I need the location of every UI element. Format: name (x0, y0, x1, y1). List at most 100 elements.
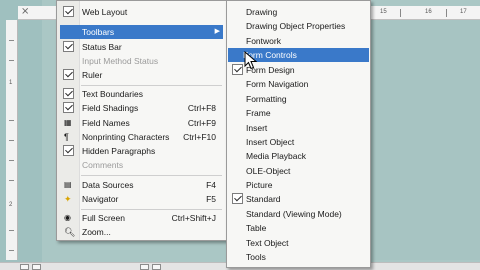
menu-item-label: OLE-Object (246, 166, 291, 176)
data-sources-icon: ▤ (64, 180, 72, 189)
menu-item-label: Comments (82, 160, 124, 170)
menu-item-label: Drawing Object Properties (246, 21, 346, 31)
checkbox-checked-icon (63, 69, 74, 80)
menu-item-label: Form Navigation (246, 79, 309, 89)
status-bar-button[interactable] (152, 264, 161, 270)
menu-item-data-sources[interactable]: ▤ Data Sources F4 (60, 178, 223, 192)
menu-item-label: Status Bar (82, 42, 122, 52)
checkbox-checked-icon (63, 102, 74, 113)
shortcut-label: F4 (206, 180, 216, 190)
mouse-pointer-icon (244, 51, 258, 70)
menu-item-label: Media Playback (246, 151, 307, 161)
status-bar-button[interactable] (140, 264, 149, 270)
menu-item-label: Zoom... (82, 227, 111, 237)
ruler-tab-icon: ⨯ (21, 6, 30, 17)
menu-item-label: Text Boundaries (82, 89, 143, 99)
ruler-number: 1 (9, 80, 13, 86)
menu-item-web-layout[interactable]: Web Layout (60, 5, 223, 19)
toolbar-item-insert[interactable]: Insert (230, 121, 367, 135)
submenu-arrow-icon: ▶ (214, 28, 220, 35)
shortcut-label: Ctrl+F9 (187, 118, 216, 128)
toolbar-item-frame[interactable]: Frame (230, 106, 367, 120)
menu-item-ruler[interactable]: Ruler (60, 68, 223, 82)
toolbar-item-media-playback[interactable]: Media Playback (230, 149, 367, 163)
menu-item-zoom[interactable]: 🔍︎ Zoom... (60, 225, 223, 239)
menu-item-label: Standard (Viewing Mode) (246, 209, 342, 219)
shortcut-label: Ctrl+Shift+J (171, 213, 216, 223)
checkbox-icon (63, 6, 74, 17)
toolbar-item-standard[interactable]: Standard (230, 192, 367, 206)
toolbar-item-drawing-object-properties[interactable]: Drawing Object Properties (230, 19, 367, 33)
view-menu: Web Layout Toolbars ▶ Status Bar Input M… (56, 0, 227, 241)
menu-item-field-names[interactable]: ▦ Field Names Ctrl+F9 (60, 116, 223, 130)
status-bar-button[interactable] (32, 264, 41, 270)
menu-separator (81, 209, 222, 210)
menu-item-label: Text Object (246, 238, 289, 248)
toolbar-item-standard-viewing-mode[interactable]: Standard (Viewing Mode) (230, 207, 367, 221)
menu-item-full-screen[interactable]: ◉ Full Screen Ctrl+Shift+J (60, 211, 223, 225)
checkbox-checked-icon (63, 41, 74, 52)
menu-item-label: Fontwork (246, 36, 281, 46)
menu-item-nonprinting-characters[interactable]: ¶ Nonprinting Characters Ctrl+F10 (60, 130, 223, 144)
navigator-icon: ✦ (64, 194, 72, 204)
menu-item-label: Standard (246, 194, 281, 204)
checkbox-checked-icon (232, 193, 243, 204)
menu-item-label: Field Shadings (82, 103, 139, 113)
menu-item-label: Insert Object (246, 137, 295, 147)
menu-item-label: Hidden Paragraphs (82, 146, 156, 156)
menu-item-label: Input Method Status (82, 56, 159, 66)
menu-item-status-bar[interactable]: Status Bar (60, 40, 223, 54)
toolbar-item-formatting[interactable]: Formatting (230, 92, 367, 106)
checkbox-checked-icon (232, 64, 243, 75)
menu-item-input-method-status: Input Method Status (60, 54, 223, 68)
menu-item-field-shadings[interactable]: Field Shadings Ctrl+F8 (60, 101, 223, 115)
menu-item-navigator[interactable]: ✦ Navigator F5 (60, 192, 223, 206)
menu-item-label: Formatting (246, 94, 287, 104)
toolbar-item-drawing[interactable]: Drawing (230, 5, 367, 19)
toolbar-item-picture[interactable]: Picture (230, 178, 367, 192)
menu-item-hidden-paragraphs[interactable]: Hidden Paragraphs (60, 144, 223, 158)
checkbox-checked-icon (63, 88, 74, 99)
vertical-ruler: 1 2 (6, 20, 18, 260)
menu-item-comments: Comments (60, 158, 223, 172)
status-bar-button[interactable] (20, 264, 29, 270)
menu-item-label: Full Screen (82, 213, 125, 223)
menu-item-label: Drawing (246, 7, 278, 17)
document-page-area[interactable] (370, 20, 480, 260)
ruler-number: 16 (425, 9, 432, 15)
menu-item-label: Toolbars (82, 27, 115, 37)
menu-item-label: Insert (246, 123, 268, 133)
ruler-number: 2 (9, 202, 13, 208)
menu-item-label: Tools (246, 252, 266, 262)
pilcrow-icon: ¶ (64, 132, 69, 142)
shortcut-label: Ctrl+F8 (187, 103, 216, 113)
toolbar-item-tools[interactable]: Tools (230, 250, 367, 264)
checkbox-checked-icon (63, 145, 74, 156)
shortcut-label: Ctrl+F10 (183, 132, 216, 142)
menu-item-label: Nonprinting Characters (82, 132, 170, 142)
toolbar-item-form-navigation[interactable]: Form Navigation (230, 77, 367, 91)
menu-item-label: Navigator (82, 194, 119, 204)
menu-separator (81, 85, 222, 86)
menu-item-label: Data Sources (82, 180, 134, 190)
menu-item-label: Table (246, 223, 267, 233)
toolbar-item-fontwork[interactable]: Fontwork (230, 34, 367, 48)
menu-item-text-boundaries[interactable]: Text Boundaries (60, 87, 223, 101)
horizontal-ruler-right: 15 16 17 (370, 6, 480, 20)
menu-item-toolbars[interactable]: Toolbars ▶ (60, 25, 223, 39)
menu-item-label: Web Layout (82, 7, 128, 17)
menu-item-label: Frame (246, 108, 271, 118)
menu-item-label: Picture (246, 180, 273, 190)
toolbar-item-ole-object[interactable]: OLE-Object (230, 164, 367, 178)
full-screen-icon: ◉ (64, 213, 71, 222)
toolbar-item-text-object[interactable]: Text Object (230, 236, 367, 250)
field-names-icon: ▦ (64, 118, 72, 127)
menu-item-label: Field Names (82, 118, 130, 128)
shortcut-label: F5 (206, 194, 216, 204)
toolbar-item-insert-object[interactable]: Insert Object (230, 135, 367, 149)
toolbars-submenu: Drawing Drawing Object Properties Fontwo… (226, 0, 371, 268)
toolbar-item-table[interactable]: Table (230, 221, 367, 235)
menu-item-label: Ruler (82, 70, 103, 80)
zoom-icon: 🔍︎ (64, 227, 76, 237)
menu-separator (81, 175, 222, 176)
